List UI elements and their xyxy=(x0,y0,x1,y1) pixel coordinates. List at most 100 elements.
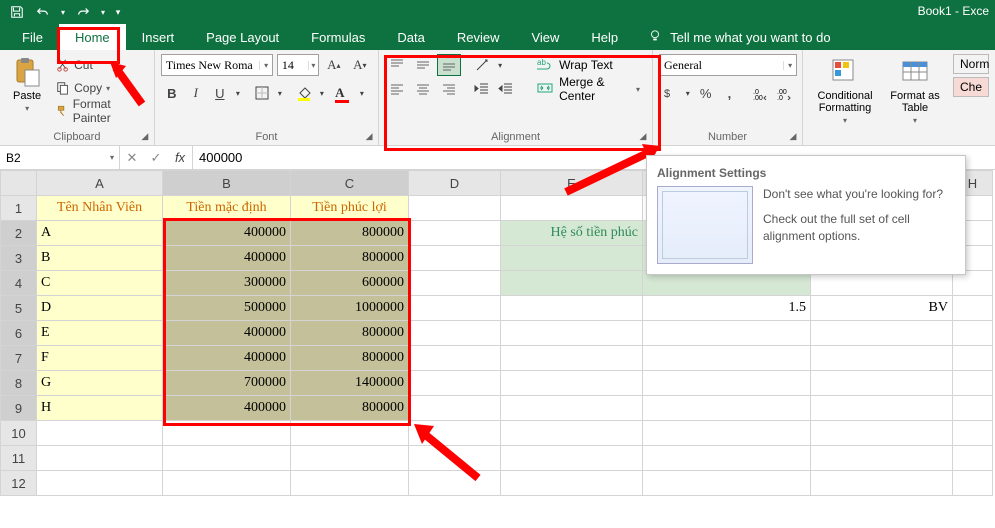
cell-d2[interactable] xyxy=(409,221,501,246)
cell-a3[interactable]: B xyxy=(37,246,163,271)
cell-f5[interactable]: 1.5 xyxy=(643,296,811,321)
enter-formula-button[interactable]: ✓ xyxy=(144,146,168,169)
cell[interactable] xyxy=(37,421,163,446)
select-all-corner[interactable] xyxy=(1,171,37,196)
cell-f7[interactable] xyxy=(643,346,811,371)
alignment-dialog-launcher[interactable]: ◢ xyxy=(636,129,650,143)
col-header-b[interactable]: B xyxy=(163,171,291,196)
accounting-format-button[interactable]: $ xyxy=(659,82,681,104)
cell-h7[interactable] xyxy=(953,346,993,371)
cell-style-normal[interactable]: Norm xyxy=(953,54,989,74)
cell-d1[interactable] xyxy=(409,196,501,221)
underline-caret-icon[interactable]: ▾ xyxy=(233,82,243,104)
cell-f6[interactable] xyxy=(643,321,811,346)
cancel-formula-button[interactable]: ✕ xyxy=(120,146,144,169)
cell[interactable] xyxy=(811,471,953,496)
save-button[interactable] xyxy=(6,1,28,23)
cell-g6[interactable] xyxy=(811,321,953,346)
cell-e1[interactable] xyxy=(501,196,643,221)
row-header-9[interactable]: 9 xyxy=(1,396,37,421)
cell-c6[interactable]: 800000 xyxy=(291,321,409,346)
number-format-input[interactable] xyxy=(660,58,783,73)
cell-b7[interactable]: 400000 xyxy=(163,346,291,371)
align-top-button[interactable] xyxy=(385,54,409,76)
cell-f9[interactable] xyxy=(643,396,811,421)
cell-b1[interactable]: Tiền mặc định xyxy=(163,196,291,221)
conditional-formatting-button[interactable]: Conditional Formatting ▾ xyxy=(809,54,881,145)
cell[interactable] xyxy=(501,421,643,446)
tab-home[interactable]: Home xyxy=(59,24,126,50)
align-right-button[interactable] xyxy=(437,78,461,100)
row-header-7[interactable]: 7 xyxy=(1,346,37,371)
align-middle-button[interactable] xyxy=(411,54,435,76)
cell-g5[interactable]: BV xyxy=(811,296,953,321)
cell-c3[interactable]: 800000 xyxy=(291,246,409,271)
cell-e6[interactable] xyxy=(501,321,643,346)
redo-menu-caret[interactable]: ▾ xyxy=(98,1,108,23)
increase-font-button[interactable]: A▴ xyxy=(323,54,345,76)
row-header-6[interactable]: 6 xyxy=(1,321,37,346)
name-box-caret-icon[interactable]: ▾ xyxy=(105,153,119,162)
cell-b6[interactable]: 400000 xyxy=(163,321,291,346)
font-color-caret-icon[interactable]: ▾ xyxy=(357,82,367,104)
cell-c5[interactable]: 1000000 xyxy=(291,296,409,321)
cell-d7[interactable] xyxy=(409,346,501,371)
clipboard-dialog-launcher[interactable]: ◢ xyxy=(138,129,152,143)
col-header-a[interactable]: A xyxy=(37,171,163,196)
font-name-caret-icon[interactable]: ▾ xyxy=(259,61,271,70)
cell-c2[interactable]: 800000 xyxy=(291,221,409,246)
tab-view[interactable]: View xyxy=(515,24,575,50)
cell-d5[interactable] xyxy=(409,296,501,321)
decrease-font-button[interactable]: A▾ xyxy=(349,54,371,76)
font-size-input[interactable] xyxy=(278,58,308,73)
cell-a1[interactable]: Tên Nhân Viên xyxy=(37,196,163,221)
cell-b4[interactable]: 300000 xyxy=(163,271,291,296)
cell-a4[interactable]: C xyxy=(37,271,163,296)
font-dialog-launcher[interactable]: ◢ xyxy=(362,129,376,143)
cell-a9[interactable]: H xyxy=(37,396,163,421)
cell[interactable] xyxy=(163,446,291,471)
cell-a8[interactable]: G xyxy=(37,371,163,396)
cell-b9[interactable]: 400000 xyxy=(163,396,291,421)
percent-format-button[interactable]: % xyxy=(695,82,717,104)
number-format-caret-icon[interactable]: ▾ xyxy=(783,61,796,70)
cell-a7[interactable]: F xyxy=(37,346,163,371)
cell[interactable] xyxy=(291,471,409,496)
cell[interactable] xyxy=(409,421,501,446)
cell-h5[interactable] xyxy=(953,296,993,321)
cell[interactable] xyxy=(409,446,501,471)
cell-a6[interactable]: E xyxy=(37,321,163,346)
orientation-caret-icon[interactable]: ▾ xyxy=(495,54,505,76)
cell-c7[interactable]: 800000 xyxy=(291,346,409,371)
row-header-2[interactable]: 2 xyxy=(1,221,37,246)
align-center-button[interactable] xyxy=(411,78,435,100)
cell-e8[interactable] xyxy=(501,371,643,396)
cell-d9[interactable] xyxy=(409,396,501,421)
cell[interactable] xyxy=(953,471,993,496)
cut-button[interactable]: Cut xyxy=(52,54,148,76)
wrap-text-button[interactable]: ab Wrap Text xyxy=(531,54,646,76)
tab-insert[interactable]: Insert xyxy=(126,24,191,50)
cell[interactable] xyxy=(501,471,643,496)
format-as-table-button[interactable]: Format as Table ▾ xyxy=(885,54,945,145)
cell-style-check[interactable]: Che xyxy=(953,77,989,97)
tab-page-layout[interactable]: Page Layout xyxy=(190,24,295,50)
cell[interactable] xyxy=(953,421,993,446)
cell-e7[interactable] xyxy=(501,346,643,371)
qat-customize-caret[interactable]: ▾ xyxy=(112,1,124,23)
align-bottom-button[interactable] xyxy=(437,54,461,76)
cell-b2[interactable]: 400000 xyxy=(163,221,291,246)
cell-f8[interactable] xyxy=(643,371,811,396)
orientation-button[interactable] xyxy=(471,54,493,76)
cell-b3[interactable]: 400000 xyxy=(163,246,291,271)
cell-a5[interactable]: D xyxy=(37,296,163,321)
cell-e3[interactable] xyxy=(501,246,643,271)
cell[interactable] xyxy=(811,446,953,471)
comma-format-button[interactable]: , xyxy=(719,82,741,104)
merge-caret-icon[interactable]: ▾ xyxy=(636,85,640,94)
cell[interactable] xyxy=(163,421,291,446)
cell-e4[interactable] xyxy=(501,271,643,296)
tab-formulas[interactable]: Formulas xyxy=(295,24,381,50)
cell-d8[interactable] xyxy=(409,371,501,396)
cell-c4[interactable]: 600000 xyxy=(291,271,409,296)
